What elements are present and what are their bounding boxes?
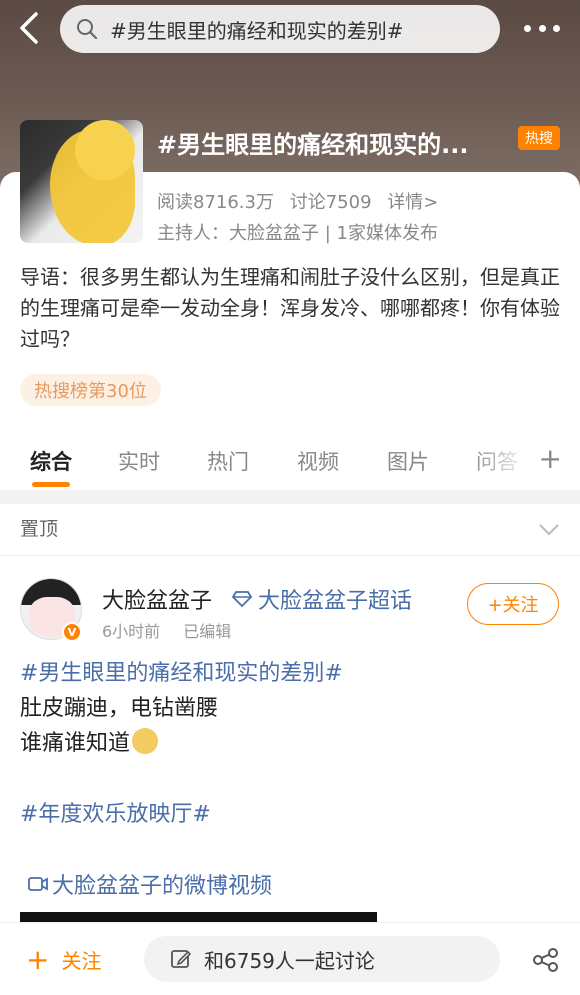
topic-stats: 阅读8716.3万 讨论7509 详情> xyxy=(157,188,448,214)
topic-host: 主持人：大脸盆盆子 | 1家媒体发布 xyxy=(157,223,438,244)
second-hashtag[interactable]: #年度欢乐放映厅# xyxy=(20,796,211,828)
tab-video[interactable]: 视频 xyxy=(297,446,339,476)
read-count: 阅读8716.3万 xyxy=(157,192,274,213)
topic-title: #男生眼里的痛经和现实的... xyxy=(157,131,469,159)
section-divider xyxy=(0,490,580,504)
post-line-2: 谁痛谁知道 xyxy=(20,731,131,756)
tab-fade xyxy=(470,430,530,490)
search-bar[interactable]: #男生眼里的痛经和现实的差别# xyxy=(60,5,500,53)
super-topic-link[interactable]: 大脸盆盆子超话 xyxy=(232,583,412,615)
edit-icon xyxy=(171,950,192,968)
post-time: 6小时前 xyxy=(102,622,161,641)
post-author[interactable]: 大脸盆盆子 xyxy=(102,583,212,615)
follow-button[interactable]: +关注 xyxy=(467,583,559,625)
tab-bar: 综合 实时 热门 视频 图片 问答 + xyxy=(0,430,580,490)
post-body: #男生眼里的痛经和现实的差别# 肚皮蹦迪，电钻凿腰 谁痛谁知道 xyxy=(20,656,560,761)
topic-hashtag[interactable]: #男生眼里的痛经和现实的差别# xyxy=(20,656,560,691)
pinned-row[interactable]: 置顶 xyxy=(0,504,580,556)
discussion-count: 讨论7509 xyxy=(289,192,372,213)
chevron-down-icon[interactable] xyxy=(538,518,560,540)
discuss-input[interactable]: 和6759人一起讨论 xyxy=(144,936,500,982)
verified-icon: V xyxy=(62,622,82,642)
tab-comprehensive[interactable]: 综合 xyxy=(30,446,72,476)
search-icon xyxy=(77,19,98,40)
video-icon xyxy=(28,877,48,891)
search-text: #男生眼里的痛经和现实的差别# xyxy=(110,18,404,43)
super-topic-label: 大脸盆盆子超话 xyxy=(258,589,413,614)
more-icon[interactable] xyxy=(524,14,560,42)
tab-images[interactable]: 图片 xyxy=(387,446,429,476)
rank-badge[interactable]: 热搜榜第30位 xyxy=(20,374,161,406)
tab-realtime[interactable]: 实时 xyxy=(118,446,160,476)
bottom-bar: + 关注 和6759人一起讨论 xyxy=(0,922,580,995)
bottom-follow-button[interactable]: + 关注 xyxy=(26,945,101,974)
post-meta: 6小时前 已编辑 xyxy=(102,618,249,642)
post-line-1: 肚皮蹦迪，电钻凿腰 xyxy=(20,696,219,721)
discuss-placeholder: 和6759人一起讨论 xyxy=(204,948,375,973)
share-icon[interactable] xyxy=(532,947,560,973)
hot-badge: 热搜 xyxy=(518,126,560,150)
pinned-label: 置顶 xyxy=(20,518,59,540)
details-link[interactable]: 详情> xyxy=(387,192,438,213)
tab-hot[interactable]: 热门 xyxy=(207,446,249,476)
back-icon[interactable] xyxy=(14,10,46,46)
top-bar: #男生眼里的痛经和现实的差别# xyxy=(0,0,580,58)
topic-avatar xyxy=(20,120,143,243)
video-link[interactable]: 大脸盆盆子的微博视频 xyxy=(28,868,272,900)
video-thumbnail[interactable] xyxy=(20,912,377,922)
bottom-follow-label: 关注 xyxy=(61,949,102,973)
plus-icon: + xyxy=(26,942,50,976)
diamond-icon xyxy=(232,591,252,608)
dog-emoji-icon xyxy=(132,728,159,754)
active-tab-indicator xyxy=(32,482,70,487)
video-link-label: 大脸盆盆子的微博视频 xyxy=(52,874,273,899)
add-tab-icon[interactable]: + xyxy=(539,442,562,475)
post-edited: 已编辑 xyxy=(183,622,232,641)
topic-intro: 导语：很多男生都认为生理痛和闹肚子没什么区别，但是真正的生理痛可是牵一发动全身！… xyxy=(20,265,560,351)
